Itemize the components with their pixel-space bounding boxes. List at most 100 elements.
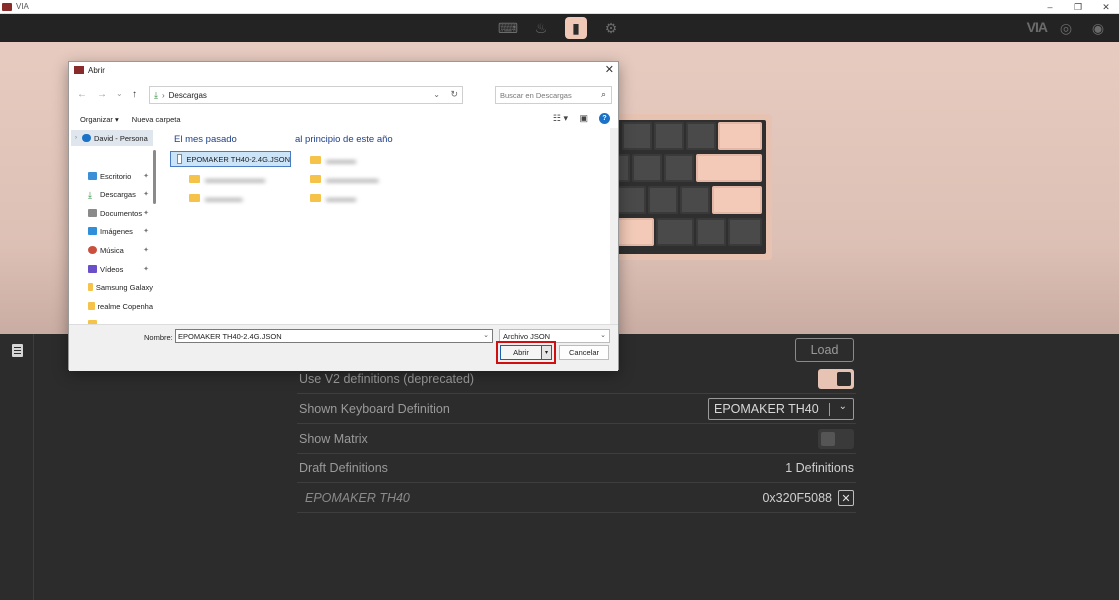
file-item[interactable]: ▬▬▬▬ (310, 152, 356, 168)
key[interactable] (696, 154, 762, 182)
file-item[interactable]: ▬▬▬▬▬ (189, 190, 243, 206)
key[interactable] (648, 186, 678, 214)
draft-definitions-label: Draft Definitions (299, 460, 388, 475)
file-list-scrollbar[interactable] (610, 128, 618, 324)
show-matrix-row: Show Matrix (297, 424, 856, 454)
github-icon[interactable]: ◉ (1087, 17, 1109, 39)
file-item[interactable]: ▬▬▬▬▬▬▬▬ (189, 171, 265, 187)
key[interactable] (656, 218, 694, 246)
split-dropdown-icon[interactable]: ▾ (541, 346, 551, 359)
shown-definition-row: Shown Keyboard Definition EPOMAKER TH40 … (297, 394, 856, 424)
command-bar: Organizar ▾ Nueva carpeta ☷ ▾ ▣ ? (69, 112, 618, 126)
show-matrix-label: Show Matrix (299, 431, 368, 446)
key[interactable] (664, 154, 694, 182)
key[interactable] (686, 122, 716, 150)
file-item[interactable]: ▬▬▬▬▬▬▬ (310, 171, 379, 187)
key[interactable] (718, 122, 762, 150)
search-input[interactable]: Buscar en Descargas ⌕ (495, 86, 612, 104)
chevron-down-icon[interactable]: ⌄ (483, 331, 489, 339)
new-folder-button[interactable]: Nueva carpeta (132, 115, 181, 124)
organize-menu[interactable]: Organizar ▾ (80, 115, 119, 124)
close-icon[interactable]: ✕ (605, 63, 614, 76)
key[interactable] (712, 186, 762, 214)
dialog-title: Abrir (88, 65, 105, 75)
sidebar-item-samsung[interactable]: Samsung Galaxy (71, 279, 153, 295)
key[interactable] (616, 186, 646, 214)
test-icon[interactable]: ♨ (530, 17, 552, 39)
filename-input[interactable]: EPOMAKER TH40-2.4G.JSON ⌄ (175, 329, 493, 343)
preview-pane-icon[interactable]: ▣ (579, 113, 588, 124)
back-arrow-icon[interactable]: ← (77, 89, 87, 100)
music-icon (88, 246, 97, 254)
address-bar[interactable]: ⤓ › Descargas ⌄ ↻ (149, 86, 463, 104)
cancel-button[interactable]: Cancelar (559, 345, 609, 360)
remove-definition-icon[interactable]: ✕ (838, 490, 854, 506)
sidebar-item-label: Documentos (100, 208, 143, 218)
show-matrix-toggle[interactable] (818, 429, 854, 449)
help-icon[interactable]: ? (599, 113, 610, 124)
folder-icon (189, 194, 200, 202)
sidebar-item-label: Imágenes (100, 226, 133, 236)
via-app-icon (2, 2, 12, 11)
blurred-name: ▬▬▬▬ (326, 155, 356, 165)
pin-icon: ✦ (143, 247, 149, 254)
chevron-down-icon[interactable]: ⌄ (433, 90, 440, 99)
key[interactable] (680, 186, 710, 214)
sidebar-item-label: Vídeos (100, 264, 124, 274)
navpane-scrollbar[interactable] (153, 150, 156, 204)
sidebar-item-music[interactable]: Música ✦ (71, 242, 153, 258)
pin-icon: ✦ (143, 266, 149, 273)
settings-gear-icon[interactable]: ⚙ (600, 17, 622, 39)
address-row: ← → ⌄ ↑ ⤓ › Descargas ⌄ ↻ Buscar en Desc… (69, 86, 618, 104)
sidebar-item-label: David - Persona (94, 133, 148, 143)
keyboard-icon[interactable]: ⌨ (497, 17, 519, 39)
sidebar-item-realme[interactable]: realme Copenha (71, 298, 153, 314)
close-window-button[interactable]: ✕ (1092, 0, 1119, 14)
key[interactable] (654, 122, 684, 150)
definition-entry-row: EPOMAKER TH40 0x320F5088 ✕ (297, 483, 856, 513)
sidebar-item-desktop[interactable]: Escritorio ✦ (71, 168, 153, 184)
view-options-icon[interactable]: ☷ ▾ (553, 113, 568, 124)
sidebar-item-downloads[interactable]: ⤓ Descargas ✦ (71, 186, 153, 202)
shown-definition-select[interactable]: EPOMAKER TH40 ⌄ (708, 398, 854, 420)
recent-chevron-icon[interactable]: ⌄ (116, 89, 123, 98)
key[interactable] (696, 218, 726, 246)
key[interactable] (728, 218, 762, 246)
maximize-button[interactable]: ❐ (1064, 0, 1092, 14)
minimize-button[interactable]: – (1036, 0, 1064, 14)
key[interactable] (622, 122, 652, 150)
sidebar-item-pictures[interactable]: Imágenes ✦ (71, 223, 153, 239)
file-name: EPOMAKER TH40-2.4G.JSON (186, 154, 290, 164)
sidebar-item-partial[interactable] (71, 316, 153, 324)
v2-definitions-toggle[interactable] (818, 369, 854, 389)
forward-arrow-icon[interactable]: → (97, 89, 107, 100)
blurred-name: ▬▬▬▬ (326, 193, 356, 203)
sidebar-item-label: Música (100, 245, 124, 255)
sidebar-item-videos[interactable]: Vídeos ✦ (71, 261, 153, 277)
key[interactable] (632, 154, 662, 182)
design-brush-icon[interactable]: ▮ (565, 17, 587, 39)
refresh-icon[interactable]: ↻ (450, 89, 458, 100)
load-button[interactable]: Load (795, 338, 854, 362)
file-item-selected[interactable]: EPOMAKER TH40-2.4G.JSON (170, 151, 291, 167)
chevron-down-icon: ⌄ (600, 332, 606, 339)
group-header-earlier-year: al principio de este año (295, 134, 393, 145)
sidebar-item-onedrive[interactable]: › David - Persona (71, 130, 153, 146)
breadcrumb[interactable]: Descargas (169, 91, 207, 100)
sidebar-item-label: Escritorio (100, 171, 132, 181)
definition-id: 0x320F5088 (762, 491, 832, 505)
videos-icon (88, 265, 97, 273)
document-icon[interactable] (12, 344, 23, 357)
pin-icon: ✦ (143, 228, 149, 235)
group-header-last-month: El mes pasado (174, 134, 237, 145)
open-button[interactable]: Abrir ▾ (500, 345, 552, 360)
up-arrow-icon[interactable]: ↑ (132, 89, 137, 100)
sidebar-item-documents[interactable]: Documentos ✦ (71, 205, 153, 221)
dialog-titlebar: Abrir ✕ (69, 62, 618, 78)
pin-icon: ✦ (143, 210, 149, 217)
discord-icon[interactable]: ◎ (1055, 17, 1077, 39)
folder-icon (310, 194, 321, 202)
blurred-name: ▬▬▬▬▬▬▬ (326, 174, 379, 184)
window-titlebar: VIA – ❐ ✕ (0, 0, 1119, 14)
file-item[interactable]: ▬▬▬▬ (310, 190, 356, 206)
